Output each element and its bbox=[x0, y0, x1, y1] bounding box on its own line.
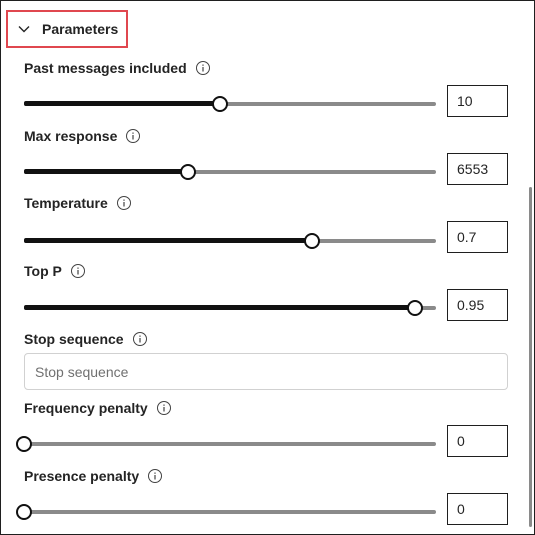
slider-rail bbox=[24, 510, 436, 514]
past-messages-label-text: Past messages included bbox=[24, 60, 187, 76]
temperature-slider[interactable] bbox=[24, 233, 436, 249]
slider-fill bbox=[24, 305, 416, 310]
temperature-label-text: Temperature bbox=[24, 195, 108, 211]
max-response-label: Max response bbox=[24, 126, 141, 146]
info-icon[interactable] bbox=[147, 468, 163, 484]
past-messages-value-input[interactable]: 10 bbox=[447, 85, 508, 117]
chevron-down-icon bbox=[16, 21, 32, 37]
slider-fill bbox=[24, 238, 312, 243]
slider-thumb[interactable] bbox=[303, 233, 320, 249]
top-p-value-input[interactable]: 0.95 bbox=[447, 289, 508, 321]
stop-sequence-label: Stop sequence bbox=[24, 329, 148, 349]
presence-penalty-label-text: Presence penalty bbox=[24, 468, 140, 484]
past-messages-slider[interactable] bbox=[24, 96, 436, 112]
stop-sequence-label-text: Stop sequence bbox=[24, 331, 124, 347]
stop-sequence-input[interactable]: Stop sequence bbox=[24, 353, 508, 390]
presence-penalty-slider[interactable] bbox=[16, 504, 436, 520]
frequency-penalty-value-input[interactable]: 0 bbox=[447, 425, 508, 457]
slider-thumb[interactable] bbox=[16, 436, 32, 452]
slider-rail bbox=[24, 442, 436, 446]
frequency-penalty-slider[interactable] bbox=[16, 436, 436, 452]
parameters-panel: Parameters Past messages included 10 Max… bbox=[0, 0, 535, 535]
max-response-label-text: Max response bbox=[24, 128, 118, 144]
temperature-value-input[interactable]: 0.7 bbox=[447, 221, 508, 253]
top-p-slider[interactable] bbox=[24, 300, 436, 316]
slider-fill bbox=[24, 169, 188, 174]
max-response-slider[interactable] bbox=[24, 164, 436, 180]
presence-penalty-value-input[interactable]: 0 bbox=[447, 493, 508, 525]
max-response-value-input[interactable]: 6553 bbox=[447, 153, 508, 185]
info-icon[interactable] bbox=[125, 128, 141, 144]
frequency-penalty-label: Frequency penalty bbox=[24, 398, 172, 418]
frequency-penalty-label-text: Frequency penalty bbox=[24, 400, 148, 416]
past-messages-label: Past messages included bbox=[24, 58, 211, 78]
top-p-label: Top P bbox=[24, 261, 86, 281]
slider-fill bbox=[24, 101, 220, 106]
slider-thumb[interactable] bbox=[407, 300, 424, 316]
section-title: Parameters bbox=[42, 21, 119, 37]
panel-scrollbar[interactable] bbox=[529, 187, 532, 527]
parameters-section-toggle[interactable]: Parameters bbox=[6, 10, 128, 48]
top-p-label-text: Top P bbox=[24, 263, 62, 279]
slider-thumb[interactable] bbox=[179, 164, 196, 180]
info-icon[interactable] bbox=[156, 400, 172, 416]
info-icon[interactable] bbox=[132, 331, 148, 347]
info-icon[interactable] bbox=[116, 195, 132, 211]
info-icon[interactable] bbox=[195, 60, 211, 76]
info-icon[interactable] bbox=[70, 263, 86, 279]
slider-thumb[interactable] bbox=[211, 96, 228, 112]
presence-penalty-label: Presence penalty bbox=[24, 466, 163, 486]
temperature-label: Temperature bbox=[24, 193, 132, 213]
slider-thumb[interactable] bbox=[16, 504, 32, 520]
